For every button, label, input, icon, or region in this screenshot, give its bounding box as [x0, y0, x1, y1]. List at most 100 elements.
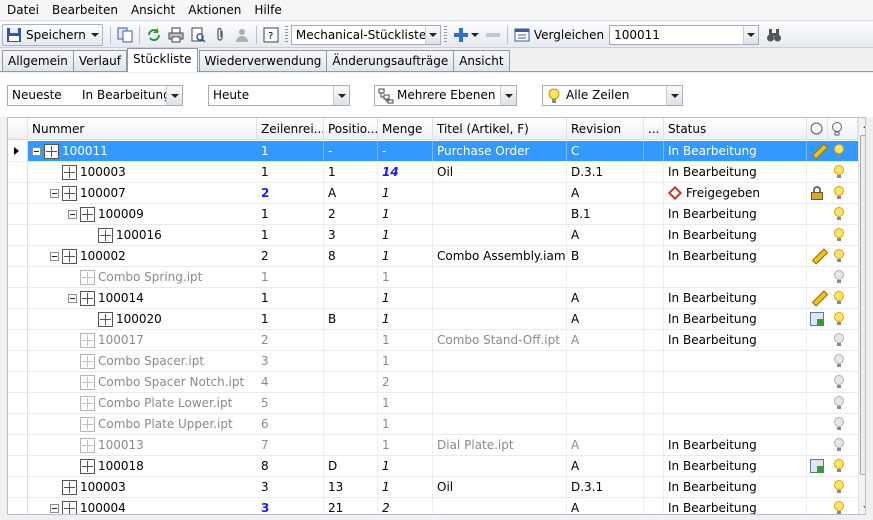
cell-revision[interactable] [567, 267, 644, 287]
cell-more[interactable] [644, 498, 664, 514]
cell-zeilenreihenfolge[interactable]: 5 [257, 393, 324, 413]
cell-position[interactable]: A [324, 183, 378, 203]
lightbulb-icon[interactable] [834, 459, 844, 473]
refresh-button[interactable] [143, 24, 165, 46]
cell-more[interactable] [644, 183, 664, 203]
table-row[interactable]: 100017 2 1 Combo Stand-Off.ipt A In Bearbeitu… [8, 330, 858, 351]
cell-titel[interactable] [433, 225, 567, 245]
cell-menge[interactable]: 1 [378, 393, 433, 413]
row-selector[interactable] [8, 330, 28, 350]
menu-hilfe[interactable]: Hilfe [249, 0, 289, 21]
cell-menge[interactable]: 1 [378, 288, 433, 308]
cell-status[interactable]: In Bearbeitung [664, 456, 807, 476]
cell-titel[interactable] [433, 456, 567, 476]
cell-zeilenreihenfolge[interactable]: 4 [257, 372, 324, 392]
cell-zeilenreihenfolge[interactable]: 8 [257, 456, 324, 476]
cell-status[interactable]: In Bearbeitung [664, 225, 807, 245]
cell-titel[interactable]: Purchase Order [433, 141, 567, 161]
cell-menge[interactable]: 1 [378, 183, 433, 203]
cell-menge[interactable]: 14 [378, 162, 433, 182]
cell-menge[interactable]: 1 [378, 414, 433, 434]
pencil-icon[interactable] [811, 144, 825, 158]
cell-more[interactable] [644, 288, 664, 308]
find-button[interactable] [763, 24, 785, 46]
add-button[interactable] [450, 24, 482, 46]
column-nummer[interactable]: Nummer [28, 118, 257, 140]
table-row[interactable]: 100011 1 - - Purchase Order C In Bearbeitung [8, 141, 858, 162]
column-lightbulb[interactable] [828, 118, 858, 140]
date-filter-select[interactable]: Heute [208, 85, 350, 106]
cell-status[interactable]: In Bearbeitung [664, 309, 807, 329]
cell-nummer[interactable]: Combo Plate Lower.ipt [68, 393, 232, 413]
cell-nummer[interactable]: 100017 [68, 330, 144, 350]
add-dropdown-arrow[interactable] [470, 32, 479, 37]
relationship-icon[interactable] [810, 312, 824, 326]
levels-filter-dropdown[interactable] [500, 86, 516, 105]
cell-position[interactable] [324, 414, 378, 434]
view-select-dropdown[interactable] [424, 25, 440, 44]
cell-zeilenreihenfolge[interactable]: 2 [257, 246, 324, 266]
collapse-toggle-icon[interactable] [50, 251, 59, 261]
cell-revision[interactable]: B [567, 246, 644, 266]
cell-zeilenreihenfolge[interactable]: 1 [257, 288, 324, 308]
compare-select[interactable]: 100011 [609, 24, 760, 45]
cell-zeilenreihenfolge[interactable]: 3 [257, 498, 324, 514]
rows-filter-dropdown[interactable] [666, 86, 682, 105]
row-selector[interactable] [8, 351, 28, 371]
cell-nummer[interactable]: 100004 [50, 498, 126, 514]
tab-verlauf[interactable]: Verlauf [72, 50, 128, 71]
cell-nummer[interactable]: 100014 [68, 288, 144, 308]
cell-zeilenreihenfolge[interactable]: 2 [257, 330, 324, 350]
cell-menge[interactable]: 1 [378, 225, 433, 245]
cell-titel[interactable] [433, 204, 567, 224]
cell-revision[interactable]: A [567, 309, 644, 329]
cell-menge[interactable]: 1 [378, 456, 433, 476]
compare-button[interactable]: Vergleichen [511, 24, 607, 46]
cell-revision[interactable] [567, 414, 644, 434]
cell-menge[interactable]: 1 [378, 309, 433, 329]
lightbulb-icon[interactable] [834, 396, 844, 410]
print-preview-button[interactable] [187, 24, 209, 46]
cell-nummer[interactable]: 100018 [68, 456, 144, 476]
cell-revision[interactable]: A [567, 330, 644, 350]
cell-titel[interactable] [433, 372, 567, 392]
cell-menge[interactable]: 1 [378, 351, 433, 371]
version-filter-dropdown[interactable] [166, 86, 182, 105]
cell-revision[interactable]: A [567, 435, 644, 455]
lightbulb-icon[interactable] [834, 375, 844, 389]
cell-nummer[interactable]: 100003 [50, 477, 126, 497]
lightbulb-icon[interactable] [834, 501, 844, 514]
cell-nummer[interactable]: 100002 [50, 246, 126, 266]
toolbar-grip[interactable] [284, 25, 288, 44]
collapse-toggle-icon[interactable] [50, 503, 59, 513]
cell-more[interactable] [644, 204, 664, 224]
cell-revision[interactable] [567, 372, 644, 392]
cell-position[interactable]: B [324, 309, 378, 329]
cell-status[interactable]: In Bearbeitung [664, 246, 807, 266]
row-selector[interactable] [8, 267, 28, 287]
cell-more[interactable] [644, 330, 664, 350]
row-selector[interactable] [8, 225, 28, 245]
cell-status[interactable] [664, 267, 807, 287]
menu-bearbeiten[interactable]: Bearbeiten [47, 0, 126, 21]
cell-titel[interactable]: Oil [433, 162, 567, 182]
row-selector[interactable] [8, 435, 28, 455]
row-selector[interactable] [8, 204, 28, 224]
column-more[interactable]: ... [644, 118, 664, 140]
toolbar-grip[interactable] [443, 25, 447, 44]
cell-status[interactable]: In Bearbeitung [664, 330, 807, 350]
cell-titel[interactable]: Combo Assembly.iam [433, 246, 567, 266]
cell-status[interactable]: Freigegeben [664, 183, 807, 203]
row-selector[interactable] [8, 288, 28, 308]
row-selector[interactable] [8, 372, 28, 392]
table-row[interactable]: 100004 3 21 2 A In Bearbeitung [8, 498, 858, 514]
cell-revision[interactable]: A [567, 498, 644, 514]
table-row[interactable]: Combo Plate Upper.ipt 6 1 [8, 414, 858, 435]
cell-more[interactable] [644, 162, 664, 182]
cell-menge[interactable]: 1 [378, 435, 433, 455]
table-row[interactable]: Combo Plate Lower.ipt 5 1 [8, 393, 858, 414]
cell-more[interactable] [644, 246, 664, 266]
cell-nummer[interactable]: 100011 [32, 141, 108, 161]
cell-titel[interactable] [433, 498, 567, 514]
cell-revision[interactable]: A [567, 456, 644, 476]
